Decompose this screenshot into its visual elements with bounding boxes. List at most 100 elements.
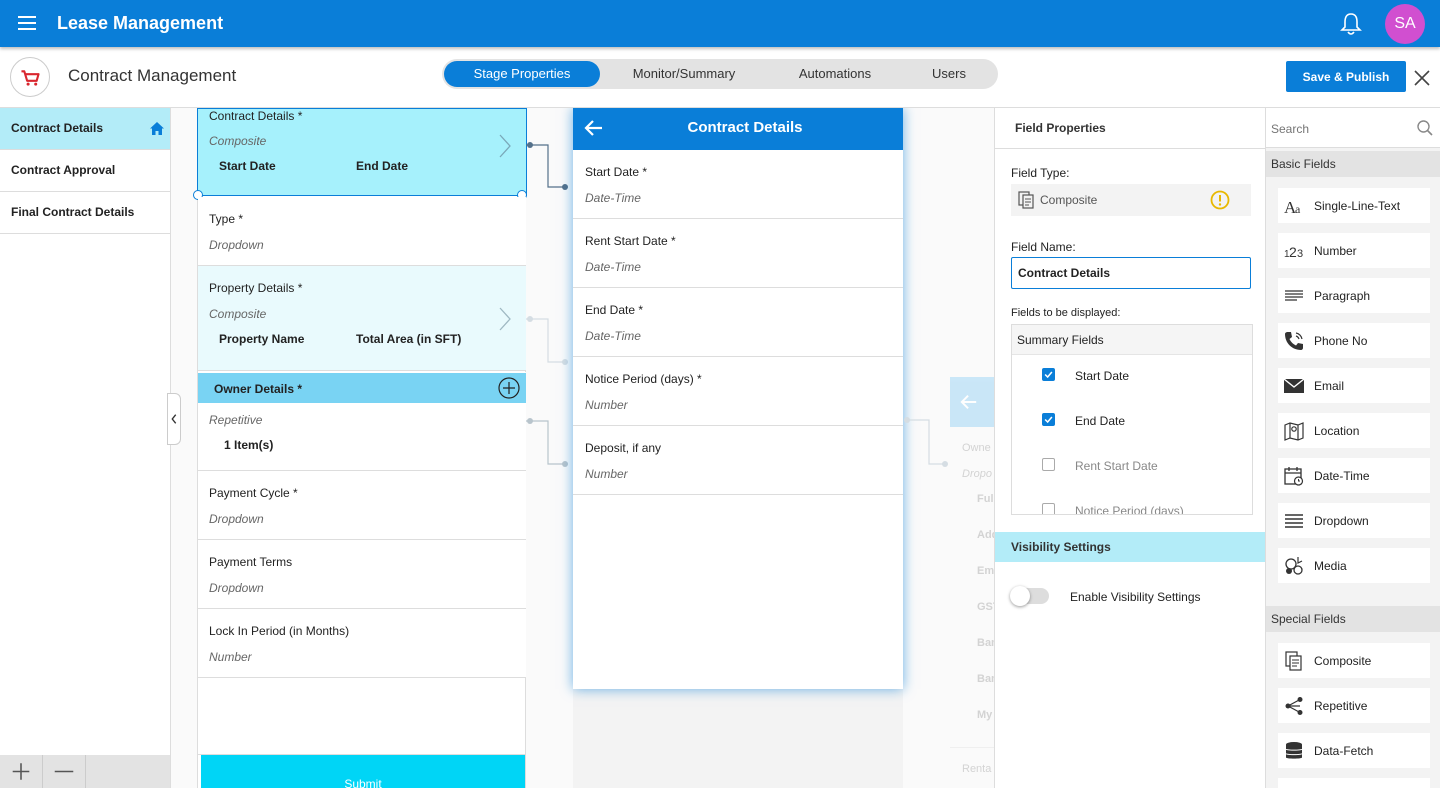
detail-field-notice-period[interactable]: Notice Period (days) * Number [573,357,903,426]
chevron-right-icon[interactable] [498,306,512,332]
detail-field-end-date[interactable]: End Date * Date-Time [573,288,903,357]
search-input[interactable] [1271,120,1411,138]
notification-bell-icon[interactable] [1340,12,1362,36]
checkbox-unchecked-icon[interactable] [1042,458,1055,471]
ghost-label: Ban [977,637,994,649]
list-icon [1285,514,1303,528]
field-label: Contract Details * [209,109,303,123]
basic-fields-header: Basic Fields [1266,151,1440,177]
app-title: Lease Management [57,13,224,33]
checkbox-unchecked-icon[interactable] [1042,503,1055,514]
home-icon [150,122,164,135]
palette-item-date-time[interactable]: Date-Time [1278,458,1430,493]
summary-field-label: End Date [1075,414,1126,428]
stage-sidebar: Contract Details Contract Approval Final… [0,108,171,788]
palette-item-dropdown[interactable]: Dropdown [1278,503,1430,538]
remove-stage-icon[interactable] [43,755,86,788]
map-icon [1284,422,1304,441]
stage-footer [0,755,170,788]
palette-item-repetitive[interactable]: Repetitive [1278,688,1430,723]
composite-detail-panel: Contract Details Start Date * Date-Time … [573,108,903,689]
field-type: Dropdown [209,238,264,252]
paragraph-icon [1285,290,1303,301]
checkbox-checked-icon[interactable] [1042,368,1055,381]
shopping-cart-icon [10,57,50,97]
form-field-payment-terms[interactable]: Payment Terms Dropdown [198,540,526,609]
detail-field-deposit[interactable]: Deposit, if any Number [573,426,903,495]
field-type-value: Composite [1040,193,1098,207]
palette-item-media[interactable]: Media [1278,548,1430,583]
ghost-connector-lines [904,417,948,467]
subfield-label: End Date [356,159,409,173]
summary-fields-header: Summary Fields [1012,325,1252,355]
stage-item-contract-details[interactable]: Contract Details [0,108,170,150]
composite-detail-column: Contract Details Start Date * Date-Time … [573,108,903,788]
composite-icon [1285,651,1302,671]
tab-automations[interactable]: Automations [772,61,898,87]
summary-field-end-date[interactable]: End Date [1012,405,1252,435]
divider [950,747,994,748]
toggle-knob [1010,586,1030,606]
svg-text:a: a [1295,202,1301,216]
tab-monitor-summary[interactable]: Monitor/Summary [608,61,760,87]
stage-label: Contract Details [11,121,104,135]
stage-item-contract-approval[interactable]: Contract Approval [0,150,170,192]
warning-icon[interactable] [1210,190,1230,210]
ghost-label: Ful [977,493,994,505]
summary-field-rent-start-date[interactable]: Rent Start Date [1012,450,1252,480]
field-label: Payment Terms [209,555,293,569]
visibility-toggle[interactable] [1010,586,1049,606]
form-field-owner-details[interactable]: Owner Details * Repetitive 1 Item(s) [198,372,526,471]
save-publish-button[interactable]: Save & Publish [1286,61,1406,92]
palette-item-composite[interactable]: Composite [1278,643,1430,678]
summary-field-label: Notice Period (days) [1075,504,1184,515]
tab-users[interactable]: Users [908,61,990,87]
form-field-lock-in-period[interactable]: Lock In Period (in Months) Number [198,609,526,678]
close-icon[interactable] [1413,69,1431,87]
palette-item-phone-no[interactable]: Phone No [1278,323,1430,358]
field-label: Start Date * [585,165,648,179]
form-field-payment-cycle[interactable]: Payment Cycle * Dropdown [198,471,526,540]
subfield-label: Start Date [219,159,276,173]
ghost-label: My [977,709,993,721]
subfield-label: Property Name [219,332,305,346]
svg-text:2: 2 [1289,244,1297,260]
panel-title: Field Properties [1015,121,1106,135]
add-stage-icon[interactable] [0,755,43,788]
palette-item-single-line-text[interactable]: Aa Single-Line-Text [1278,188,1430,223]
visibility-settings-header: Visibility Settings [995,532,1265,562]
palette-item-email[interactable]: Email [1278,368,1430,403]
phone-icon [1285,332,1303,350]
detail-field-rent-start-date[interactable]: Rent Start Date * Date-Time [573,219,903,288]
user-avatar[interactable]: SA [1385,4,1425,44]
item-count: 1 Item(s) [224,438,274,452]
svg-text:3: 3 [1297,248,1303,260]
summary-field-notice-period[interactable]: Notice Period (days) [1012,495,1252,515]
search-icon[interactable] [1416,119,1434,137]
palette-item-label: Location [1314,424,1360,438]
tab-stage-properties[interactable]: Stage Properties [444,61,600,87]
collapse-sidebar-icon[interactable] [167,393,181,445]
add-item-icon[interactable] [498,377,520,399]
palette-item-number[interactable]: 123 Number [1278,233,1430,268]
field-type: Number [209,650,252,664]
palette-item-location[interactable]: Location [1278,413,1430,448]
palette-item-data-fetch[interactable]: Data-Fetch [1278,733,1430,768]
palette-item-paragraph[interactable]: Paragraph [1278,278,1430,313]
submit-button[interactable]: Submit [201,755,525,788]
menu-icon[interactable] [18,16,36,30]
checkbox-checked-icon[interactable] [1042,413,1055,426]
field-label: Deposit, if any [585,441,662,455]
palette-item-partial[interactable] [1278,778,1430,788]
palette-item-label: Single-Line-Text [1314,199,1401,213]
form-field-type[interactable]: Type * Dropdown [198,197,526,266]
stage-item-final-contract-details[interactable]: Final Contract Details [0,192,170,234]
form-field-property-details[interactable]: Property Details * Composite Property Na… [198,266,526,371]
summary-field-start-date[interactable]: Start Date [1012,360,1252,390]
stage-label: Contract Approval [11,163,116,177]
detail-field-start-date[interactable]: Start Date * Date-Time [573,150,903,219]
form-field-contract-details[interactable]: Contract Details * Composite Start Date … [193,108,527,200]
form-fields-column: Contract Details * Composite Start Date … [193,108,527,788]
field-name-input[interactable] [1011,257,1251,289]
chevron-right-icon[interactable] [498,133,512,159]
